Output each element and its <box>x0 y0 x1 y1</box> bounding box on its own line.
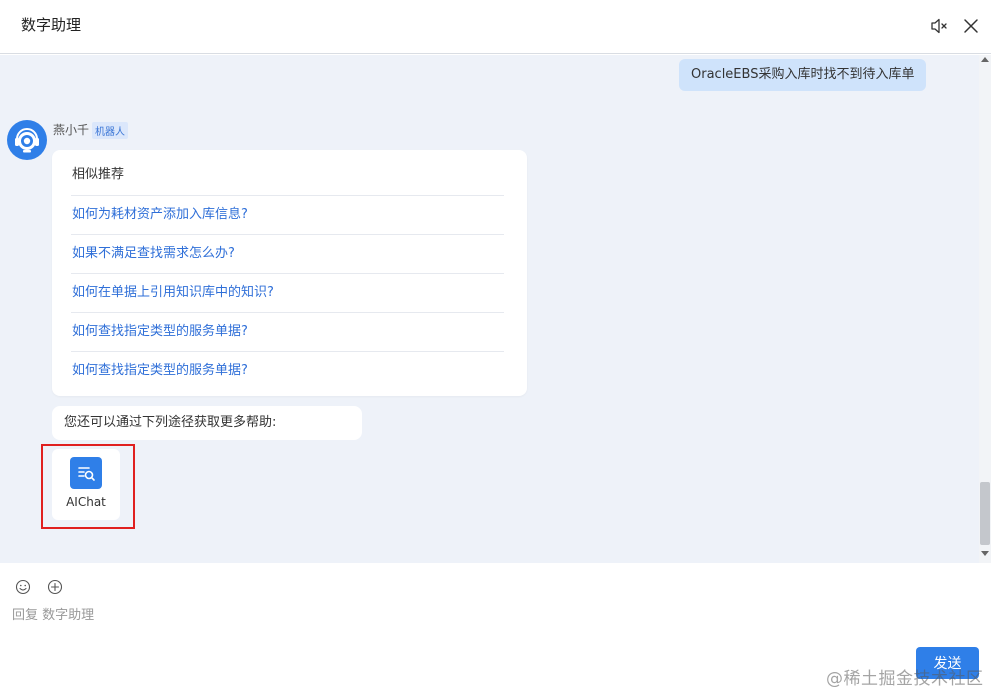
highlight-annotation <box>41 444 135 529</box>
composer: 发送 @稀土掘金技术社区 <box>0 564 991 692</box>
recommend-title: 相似推荐 <box>72 167 125 182</box>
scroll-up-arrow-icon[interactable] <box>981 57 989 62</box>
scroll-down-arrow-icon[interactable] <box>981 551 989 556</box>
chat-scrollbar[interactable] <box>979 55 991 563</box>
watermark: @稀土掘金技术社区 <box>826 669 984 689</box>
recommend-item[interactable]: 如何查找指定类型的服务单据? <box>71 351 504 390</box>
reply-input[interactable] <box>12 604 892 626</box>
scroll-thumb[interactable] <box>980 482 990 545</box>
help-message-bubble: 您还可以通过下列途径获取更多帮助: <box>52 406 362 440</box>
bot-tag: 机器人 <box>92 122 128 139</box>
robot-headset-icon <box>7 120 47 160</box>
bot-name: 燕小千 <box>53 123 90 137</box>
smile-icon[interactable] <box>15 579 31 595</box>
recommend-item[interactable]: 如果不满足查找需求怎么办? <box>71 234 504 273</box>
recommend-item[interactable]: 如何为耗材资产添加入库信息? <box>71 195 504 234</box>
chat-area[interactable]: OracleEBS采购入库时找不到待入库单 燕小千 机器人 相似推荐 如何为耗材… <box>0 55 991 563</box>
page-title: 数字助理 <box>21 16 82 34</box>
recommend-item[interactable]: 如何查找指定类型的服务单据? <box>71 312 504 351</box>
plus-circle-icon[interactable] <box>47 579 63 595</box>
close-icon[interactable] <box>959 14 983 38</box>
recommend-card: 相似推荐 如何为耗材资产添加入库信息? 如果不满足查找需求怎么办? 如何在单据上… <box>52 150 527 396</box>
recommend-item[interactable]: 如何在单据上引用知识库中的知识? <box>71 273 504 312</box>
header-bar: 数字助理 <box>0 0 991 54</box>
user-message-bubble: OracleEBS采购入库时找不到待入库单 <box>679 59 927 91</box>
speaker-mute-icon[interactable] <box>928 15 950 37</box>
